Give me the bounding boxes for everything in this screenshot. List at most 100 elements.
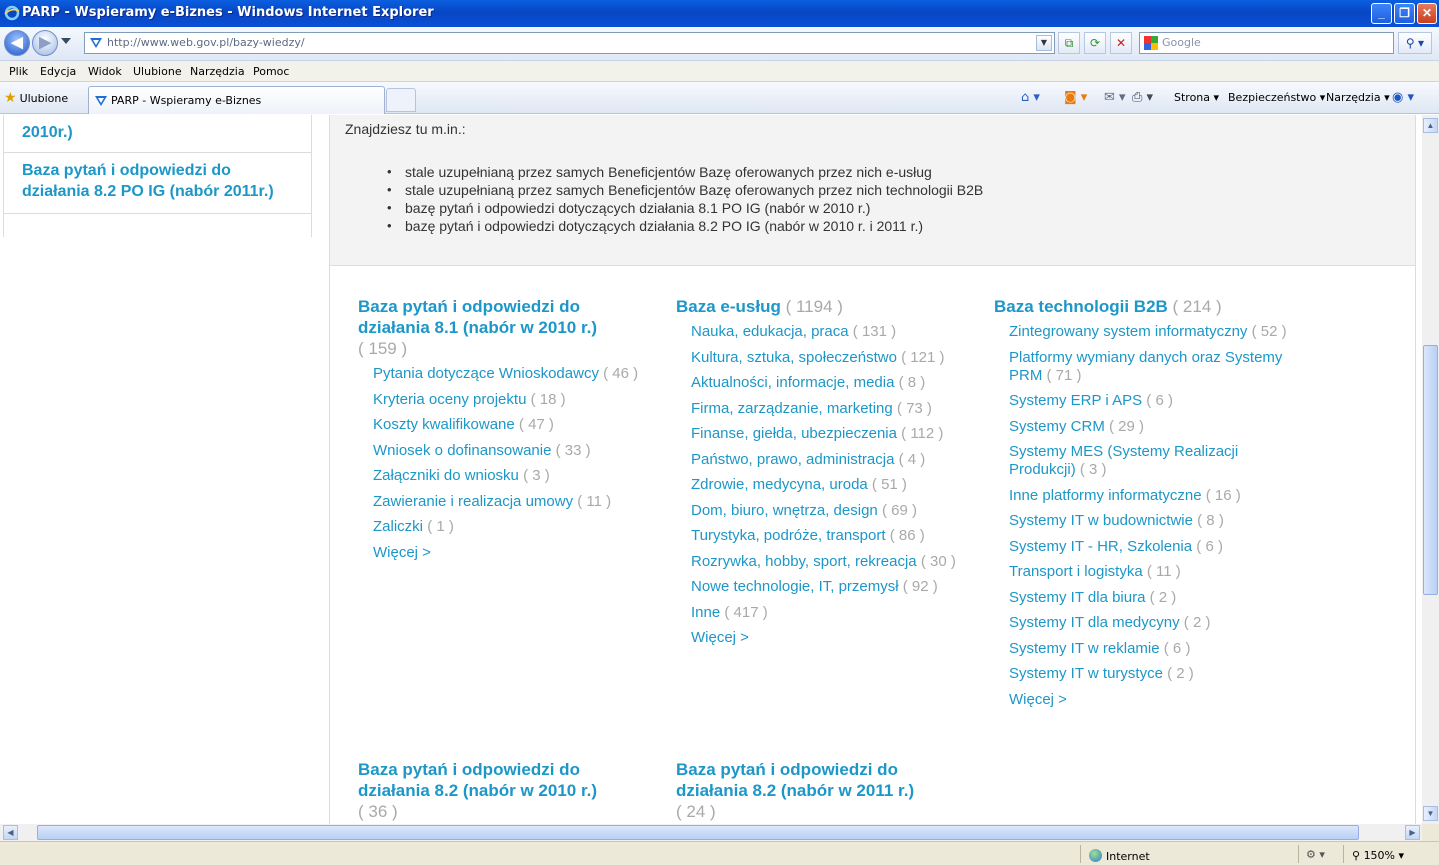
subcategory-link[interactable]: Systemy CRM ( 29 ) xyxy=(1009,418,1294,436)
menu-tools[interactable]: Narzędzia xyxy=(190,65,245,78)
menu-file[interactable]: Plik xyxy=(9,65,28,78)
subcategory-link[interactable]: Systemy IT w turystyce ( 2 ) xyxy=(1009,665,1294,683)
subcategory-link[interactable]: Systemy IT dla biura ( 2 ) xyxy=(1009,589,1294,607)
vertical-scrollbar[interactable]: ▲ ▼ xyxy=(1422,115,1439,824)
category-8-2-2010: Baza pytań i odpowiedzi do działania 8.2… xyxy=(358,759,643,822)
subcategory-link[interactable]: Nauka, edukacja, praca ( 131 ) xyxy=(691,323,976,341)
subcategory-link[interactable]: Platformy wymiany danych oraz Systemy PR… xyxy=(1009,349,1294,385)
browser-tab[interactable]: PARP - Wspieramy e-Biznes xyxy=(88,86,385,114)
subcategory-link[interactable]: Systemy IT w budownictwie ( 8 ) xyxy=(1009,512,1294,530)
address-bar[interactable]: http://www.web.gov.pl/bazy-wiedzy/ ▼ xyxy=(84,32,1055,54)
subcategory-link[interactable]: Dom, biuro, wnętrza, design ( 69 ) xyxy=(691,502,976,520)
close-button[interactable]: ✕ xyxy=(1417,3,1437,24)
status-bar: Internet ⚙ ▾ ⚲ 150% ▾ xyxy=(0,841,1439,865)
category-heading[interactable]: Baza pytań i odpowiedzi do działania 8.1… xyxy=(358,296,643,359)
subcategory-link[interactable]: Systemy MES (Systemy Realizacji Produkcj… xyxy=(1009,443,1294,479)
forward-button[interactable]: ▶ xyxy=(32,30,58,56)
subcategory-link[interactable]: Nowe technologie, IT, przemysł ( 92 ) xyxy=(691,578,976,596)
vertical-scroll-thumb[interactable] xyxy=(1423,345,1438,595)
favorites-button[interactable]: ★ Ulubione xyxy=(4,90,68,106)
sidebar-item-label[interactable]: Baza pytań i odpowiedzi do działania 8.2… xyxy=(22,162,274,200)
back-button[interactable]: ◀ xyxy=(4,30,30,56)
category-heading[interactable]: Baza pytań i odpowiedzi do działania 8.2… xyxy=(358,759,643,822)
feeds-icon[interactable]: ◙ ▾ xyxy=(1064,90,1087,105)
more-link[interactable]: Więcej > xyxy=(691,629,976,646)
more-link[interactable]: Więcej > xyxy=(373,544,643,561)
subcategory-link[interactable]: Aktualności, informacje, media ( 8 ) xyxy=(691,374,976,392)
subcategory-link[interactable]: Systemy IT w reklamie ( 6 ) xyxy=(1009,640,1294,658)
horizontal-scroll-thumb[interactable] xyxy=(37,825,1359,840)
subcategory-link[interactable]: Systemy IT - HR, Szkolenia ( 6 ) xyxy=(1009,538,1294,556)
category-heading[interactable]: Baza pytań i odpowiedzi do działania 8.2… xyxy=(676,759,961,822)
subcategory-link[interactable]: Pytania dotyczące Wnioskodawcy ( 46 ) xyxy=(373,365,643,383)
category-e-services: Baza e-usług ( 1194 ) Nauka, edukacja, p… xyxy=(676,296,976,646)
subcategory-link[interactable]: Kryteria oceny projektu ( 18 ) xyxy=(373,391,643,409)
menu-bar: Plik Edycja Widok Ulubione Narzędzia Pom… xyxy=(0,61,1439,82)
scroll-right-icon[interactable]: ▶ xyxy=(1405,825,1420,840)
scroll-up-icon[interactable]: ▲ xyxy=(1423,118,1438,133)
subcategory-link[interactable]: Finanse, giełda, ubezpieczenia ( 112 ) xyxy=(691,425,976,443)
search-input[interactable]: Google xyxy=(1139,32,1394,54)
status-divider xyxy=(1080,845,1081,863)
subcategory-link[interactable]: Państwo, prawo, administracja ( 4 ) xyxy=(691,451,976,469)
compatibility-view-icon[interactable]: ⧉ xyxy=(1058,32,1080,54)
scroll-left-icon[interactable]: ◀ xyxy=(3,825,18,840)
site-favicon-icon xyxy=(95,96,107,106)
sidebar-item-8-2-2011[interactable]: Baza pytań i odpowiedzi do działania 8.2… xyxy=(3,153,312,214)
sidebar-item-8-2-2010[interactable]: 2010r.) xyxy=(3,115,312,153)
more-link[interactable]: Więcej > xyxy=(1009,691,1294,708)
menu-view[interactable]: Widok xyxy=(88,65,122,78)
maximize-button[interactable]: ❐ xyxy=(1394,3,1415,24)
subcategory-link[interactable]: Załączniki do wniosku ( 3 ) xyxy=(373,467,643,485)
subcategory-link[interactable]: Inne platformy informatyczne ( 16 ) xyxy=(1009,487,1294,505)
recent-pages-dropdown-icon[interactable] xyxy=(61,38,71,44)
print-icon[interactable]: ⎙ ▾ xyxy=(1132,90,1153,105)
stop-icon[interactable]: ✕ xyxy=(1110,32,1132,54)
new-tab-button[interactable] xyxy=(386,88,416,112)
safety-menu[interactable]: Bezpieczeństwo ▾ xyxy=(1228,91,1325,104)
subcategory-link[interactable]: Systemy IT dla medycyny ( 2 ) xyxy=(1009,614,1294,632)
refresh-icon[interactable]: ⟳ xyxy=(1084,32,1106,54)
subcategory-link[interactable]: Turystyka, podróże, transport ( 86 ) xyxy=(691,527,976,545)
category-heading[interactable]: Baza technologii B2B ( 214 ) xyxy=(994,296,1294,317)
menu-edit[interactable]: Edycja xyxy=(40,65,76,78)
address-dropdown-icon[interactable]: ▼ xyxy=(1036,35,1052,51)
subcategory-link[interactable]: Koszty kwalifikowane ( 47 ) xyxy=(373,416,643,434)
subcategory-link[interactable]: Wniosek o dofinansowanie ( 33 ) xyxy=(373,442,643,460)
address-url[interactable]: http://www.web.gov.pl/bazy-wiedzy/ xyxy=(107,36,305,49)
intro-lead: Znajdziesz tu m.in.: xyxy=(345,121,466,137)
protected-mode-icon[interactable]: ⚙ ▾ xyxy=(1306,848,1325,861)
mail-icon[interactable]: ✉ ▾ xyxy=(1104,90,1126,105)
search-button[interactable]: ⚲ ▾ xyxy=(1398,32,1432,54)
subcategory-link[interactable]: Systemy ERP i APS ( 6 ) xyxy=(1009,392,1294,410)
globe-icon xyxy=(1089,849,1102,862)
category-heading[interactable]: Baza e-usług ( 1194 ) xyxy=(676,296,976,317)
intro-bullet: stale uzupełnianą przez samych Beneficje… xyxy=(387,163,983,181)
minimize-button[interactable]: _ xyxy=(1371,3,1392,24)
menu-favorites[interactable]: Ulubione xyxy=(133,65,182,78)
subcategory-link[interactable]: Inne ( 417 ) xyxy=(691,604,976,622)
subcategory-link[interactable]: Zaliczki ( 1 ) xyxy=(373,518,643,536)
subcategory-link[interactable]: Zdrowie, medycyna, uroda ( 51 ) xyxy=(691,476,976,494)
category-8-2-2011: Baza pytań i odpowiedzi do działania 8.2… xyxy=(676,759,961,822)
page-menu[interactable]: Strona ▾ xyxy=(1174,91,1219,104)
category-count: ( 36 ) xyxy=(358,802,398,821)
sidebar: 2010r.) Baza pytań i odpowiedzi do dział… xyxy=(3,115,312,214)
category-b2b-technologies: Baza technologii B2B ( 214 ) Zintegrowan… xyxy=(994,296,1294,708)
subcategory-link[interactable]: Zawieranie i realizacja umowy ( 11 ) xyxy=(373,493,643,511)
window-title: PARP - Wspieramy e-Biznes - Windows Inte… xyxy=(22,5,434,20)
tools-menu[interactable]: Narzędzia ▾ xyxy=(1326,91,1390,104)
subcategory-link[interactable]: Rozrywka, hobby, sport, rekreacja ( 30 ) xyxy=(691,553,976,571)
google-icon xyxy=(1144,36,1158,50)
menu-help[interactable]: Pomoc xyxy=(253,65,289,78)
subcategory-link[interactable]: Transport i logistyka ( 11 ) xyxy=(1009,563,1294,581)
scroll-down-icon[interactable]: ▼ xyxy=(1423,806,1438,821)
zoom-level[interactable]: ⚲ 150% ▾ xyxy=(1352,849,1404,862)
home-icon[interactable]: ⌂ ▾ xyxy=(1021,90,1040,105)
horizontal-scrollbar[interactable]: ◀ ▶ xyxy=(0,824,1422,841)
subcategory-link[interactable]: Zintegrowany system informatyczny ( 52 ) xyxy=(1009,323,1294,341)
subcategory-link[interactable]: Firma, zarządzanie, marketing ( 73 ) xyxy=(691,400,976,418)
sidebar-item-label[interactable]: 2010r.) xyxy=(22,124,73,141)
subcategory-link[interactable]: Kultura, sztuka, społeczeństwo ( 121 ) xyxy=(691,349,976,367)
help-icon[interactable]: ◉ ▾ xyxy=(1392,90,1414,105)
